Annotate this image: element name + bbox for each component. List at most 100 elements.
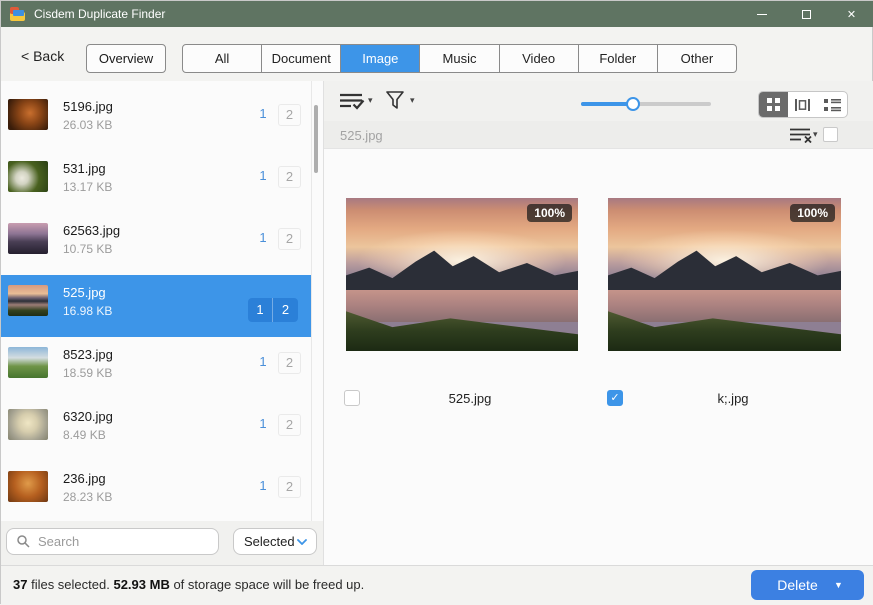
sort-icon[interactable]: [339, 92, 365, 110]
sidebar-scrollbar[interactable]: [314, 105, 318, 173]
total-count[interactable]: 2: [278, 352, 301, 374]
selected-count[interactable]: 1: [253, 354, 273, 369]
list-item-8523[interactable]: 8523.jpg 18.59 KB 1 2: [1, 337, 311, 399]
sort-caret-icon[interactable]: ▾: [368, 95, 373, 106]
freed-size: 52.93 MB: [113, 577, 169, 592]
chevron-down-icon: [297, 539, 307, 545]
thumbnail-236: [8, 471, 48, 502]
file-name: 62563.jpg: [63, 223, 120, 238]
file-name: 8523.jpg: [63, 347, 113, 362]
group-select-all-checkbox[interactable]: [823, 127, 838, 142]
file-size: 16.98 KB: [63, 304, 112, 318]
list-item-525-selected[interactable]: 525.jpg 16.98 KB 1 2: [1, 275, 311, 337]
thumbnail-8523: [8, 347, 48, 378]
thumbnail-6320: [8, 409, 48, 440]
category-tabs: All Document Image Music Video Folder Ot…: [182, 44, 737, 73]
thumbnail-5196: [8, 99, 48, 130]
maximize-icon: [802, 10, 811, 19]
file-size: 26.03 KB: [63, 118, 112, 132]
thumbnail-531: [8, 161, 48, 192]
tab-all[interactable]: All: [183, 45, 261, 72]
file-name: 5196.jpg: [63, 99, 113, 114]
compare-view-button[interactable]: [788, 92, 817, 117]
similarity-badge: 100%: [527, 204, 572, 222]
group-header: 525.jpg ▾: [324, 121, 873, 149]
status-bar: 37 files selected. 52.93 MB of storage s…: [1, 565, 873, 605]
tab-video[interactable]: Video: [499, 45, 578, 72]
total-count[interactable]: 2: [278, 476, 301, 498]
selected-count[interactable]: 1: [253, 168, 273, 183]
list-view-button[interactable]: [818, 92, 847, 117]
minimize-icon: [757, 14, 767, 15]
tab-document[interactable]: Document: [261, 45, 340, 72]
selected-count[interactable]: 1: [253, 478, 273, 493]
selected-count[interactable]: 1: [253, 230, 273, 245]
file-size: 28.23 KB: [63, 490, 112, 504]
file-name: 6320.jpg: [63, 409, 113, 424]
overview-button[interactable]: Overview: [86, 44, 166, 73]
file-name: 531.jpg: [63, 161, 106, 176]
list-view-icon: [824, 98, 841, 112]
close-icon: ✕: [847, 8, 856, 21]
list-item-6320[interactable]: 6320.jpg 8.49 KB 1 2: [1, 399, 311, 461]
sidebar-footer: Selected: [1, 521, 323, 565]
file-size: 18.59 KB: [63, 366, 112, 380]
total-count[interactable]: 2: [278, 104, 301, 126]
tab-music[interactable]: Music: [419, 45, 498, 72]
duplicate-image-1[interactable]: 100%: [346, 198, 578, 351]
close-button[interactable]: ✕: [829, 1, 873, 27]
back-button[interactable]: < Back: [21, 48, 64, 64]
tab-image[interactable]: Image: [340, 45, 419, 72]
zoom-slider-thumb[interactable]: [626, 97, 640, 111]
thumbnail-62563: [8, 223, 48, 254]
duplicate-image-2[interactable]: 100%: [608, 198, 841, 351]
deselect-list-icon[interactable]: [789, 127, 813, 143]
compare-view-icon: [795, 98, 810, 112]
minimize-button[interactable]: [739, 1, 784, 27]
file-name: 525.jpg: [63, 285, 106, 300]
search-input[interactable]: [38, 534, 198, 549]
file-size: 13.17 KB: [63, 180, 112, 194]
file-size: 10.75 KB: [63, 242, 112, 256]
status-text-part: files selected.: [27, 577, 113, 592]
selected-count[interactable]: 1: [253, 416, 273, 431]
tab-folder[interactable]: Folder: [578, 45, 657, 72]
file-name: 236.jpg: [63, 471, 106, 486]
selected-count[interactable]: 1: [253, 106, 273, 121]
delete-dropdown-icon[interactable]: ▼: [834, 580, 864, 590]
card-2-filename: k;.jpg: [617, 391, 849, 406]
search-box[interactable]: [6, 528, 219, 555]
deselect-caret-icon[interactable]: ▾: [813, 129, 818, 140]
list-item-236[interactable]: 236.jpg 28.23 KB 1 2: [1, 461, 311, 523]
count-badges: 1 2: [248, 298, 298, 322]
grid-view-button[interactable]: [759, 92, 788, 117]
maximize-button[interactable]: [784, 1, 829, 27]
titlebar: Cisdem Duplicate Finder ✕: [1, 1, 873, 27]
app-icon: [10, 7, 26, 21]
total-count[interactable]: 2: [273, 298, 298, 322]
sidebar-divider: [311, 81, 312, 521]
total-count[interactable]: 2: [278, 414, 301, 436]
filter-dropdown[interactable]: Selected: [233, 528, 317, 555]
list-item-62563[interactable]: 62563.jpg 10.75 KB 1 2: [1, 213, 311, 275]
list-item-5196[interactable]: 5196.jpg 26.03 KB 1 2: [1, 89, 311, 151]
total-count[interactable]: 2: [278, 228, 301, 250]
group-label: 525.jpg: [340, 128, 383, 143]
card-1-filename: 525.jpg: [354, 391, 586, 406]
selected-count[interactable]: 1: [248, 298, 273, 322]
filter-icon[interactable]: [386, 91, 404, 110]
grid-view-icon: [767, 98, 780, 111]
list-item-531[interactable]: 531.jpg 13.17 KB 1 2: [1, 151, 311, 213]
search-icon: [17, 535, 30, 548]
similarity-badge: 100%: [790, 204, 835, 222]
delete-button[interactable]: Delete ▼: [751, 570, 864, 600]
view-mode-toggle: [758, 91, 848, 118]
filter-caret-icon[interactable]: ▾: [410, 95, 415, 106]
selected-files-count: 37: [13, 577, 27, 592]
thumbnail-525: [8, 285, 48, 316]
total-count[interactable]: 2: [278, 166, 301, 188]
tab-other[interactable]: Other: [657, 45, 736, 72]
window-title: Cisdem Duplicate Finder: [34, 7, 165, 21]
delete-button-label: Delete: [751, 577, 834, 593]
filter-dropdown-value: Selected: [244, 534, 295, 549]
